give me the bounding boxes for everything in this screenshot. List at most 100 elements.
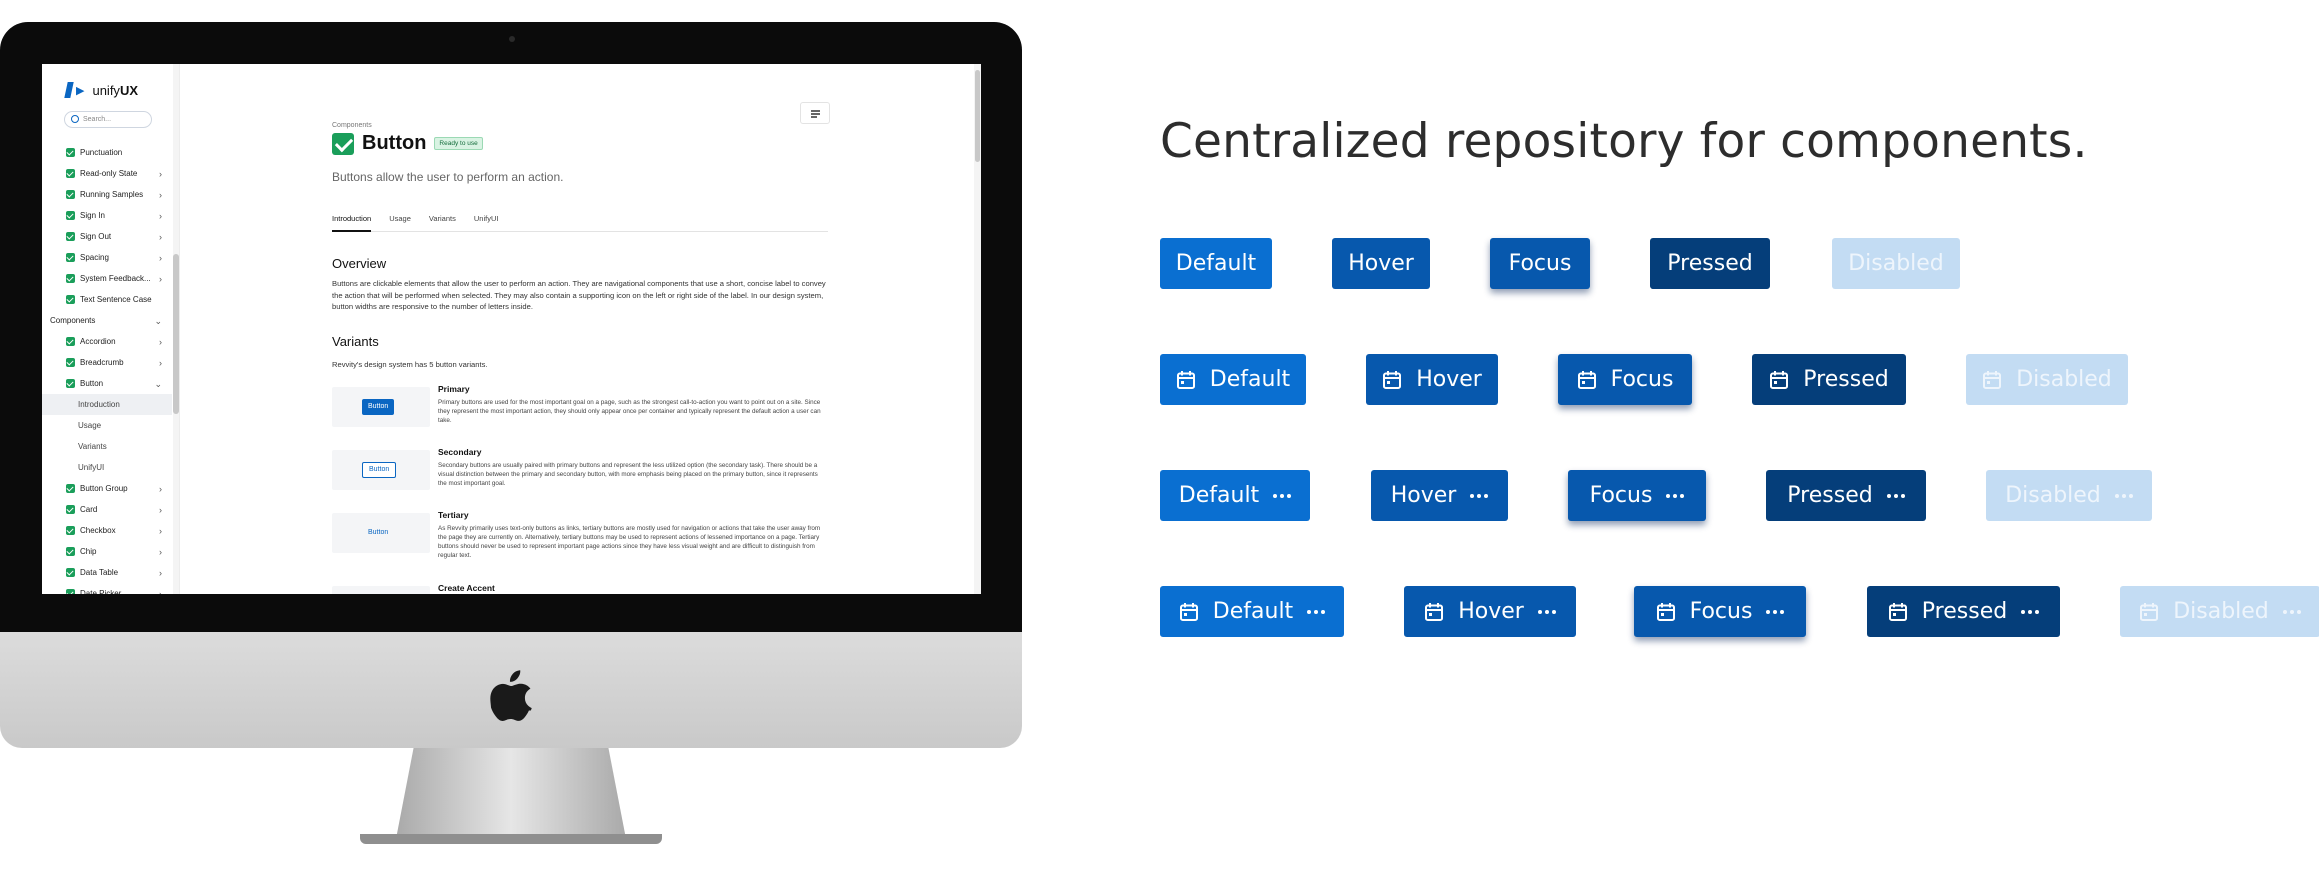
more-horizontal-icon <box>1886 493 1905 498</box>
status-badge: Ready to use <box>434 137 483 150</box>
sidebar-item[interactable]: Read-only State › <box>42 163 172 184</box>
chevron-right-icon: › <box>159 547 162 557</box>
button-label: Focus <box>1508 251 1572 276</box>
tab-unifyui[interactable]: UnifyUI <box>474 212 499 231</box>
sidebar-item[interactable]: Running Samples › <box>42 184 172 205</box>
pressed-state-button[interactable]: Pressed <box>1650 238 1770 289</box>
checkmark-icon <box>66 505 75 514</box>
focus-state-button[interactable]: Focus <box>1558 354 1692 405</box>
button-label: Pressed <box>1921 599 2008 624</box>
overview-text: Buttons are clickable elements that allo… <box>332 279 826 311</box>
button-label: Disabled <box>2016 367 2112 392</box>
default-state-button[interactable]: Default <box>1160 238 1272 289</box>
sidebar-item[interactable]: Text Sentence Case <box>42 289 172 310</box>
sidebar-item-label: Components <box>50 316 96 325</box>
pressed-state-button[interactable]: Pressed <box>1766 470 1926 521</box>
sidebar-item[interactable]: Button Group › <box>42 478 172 499</box>
tab-introduction[interactable]: Introduction <box>332 212 372 232</box>
sidebar-item[interactable]: Spacing › <box>42 247 172 268</box>
hover-state-button[interactable]: Hover <box>1332 238 1430 289</box>
focus-state-button[interactable]: Focus <box>1568 470 1706 521</box>
button-label: Focus <box>1610 367 1674 392</box>
more-horizontal-icon <box>2114 493 2133 498</box>
sidebar-scrollbar-thumb[interactable] <box>173 254 179 414</box>
primary-sample-button[interactable]: Button <box>362 399 395 415</box>
calendar-icon <box>2139 602 2159 622</box>
tertiary-sample-button[interactable]: Button <box>362 525 394 541</box>
button-label: Pressed <box>1667 251 1753 276</box>
checkmark-icon <box>66 337 75 346</box>
chevron-right-icon: › <box>159 484 162 494</box>
more-horizontal-icon <box>1470 493 1489 498</box>
sidebar-item[interactable]: Introduction <box>42 394 172 415</box>
more-horizontal-icon <box>1273 493 1292 498</box>
tab-usage[interactable]: Usage <box>389 212 411 231</box>
content-scrollbar-thumb[interactable] <box>975 70 980 162</box>
sidebar-item[interactable]: Variants <box>42 436 172 457</box>
pressed-state-button[interactable]: Pressed <box>1867 586 2060 637</box>
checkmark-icon <box>332 132 354 155</box>
focus-state-button[interactable]: Focus <box>1634 586 1806 637</box>
logo[interactable]: ▶ unifyUX <box>64 82 138 98</box>
sidebar-item[interactable]: Chip › <box>42 541 172 562</box>
secondary-sample-button[interactable]: Button <box>362 462 397 478</box>
default-state-button[interactable]: Default <box>1160 354 1306 405</box>
sidebar-item[interactable]: Date Picker › <box>42 583 172 594</box>
sidebar-item[interactable]: Card › <box>42 499 172 520</box>
sidebar-item[interactable]: Usage <box>42 415 172 436</box>
checkmark-icon <box>66 232 75 241</box>
showcase-headline: Centralized repository for components. <box>1160 114 2088 169</box>
variant-preview: Button <box>332 387 430 427</box>
pressed-state-button[interactable]: Pressed <box>1752 354 1906 405</box>
sidebar-search-input[interactable]: Search... <box>64 111 152 128</box>
sidebar-scrollbar[interactable] <box>173 64 179 594</box>
content-menu-button[interactable] <box>800 102 830 124</box>
default-state-button[interactable]: Default <box>1160 586 1344 637</box>
hover-state-button[interactable]: Hover <box>1371 470 1508 521</box>
button-label: Default <box>1175 251 1257 276</box>
sidebar-item-label: Checkbox <box>80 526 116 535</box>
hover-state-button[interactable]: Hover <box>1366 354 1498 405</box>
apple-logo-icon <box>490 670 532 721</box>
sidebar-item[interactable]: Data Table › <box>42 562 172 583</box>
button-label: Disabled <box>2005 483 2101 508</box>
disabled-state-button: Disabled <box>1832 238 1960 289</box>
sidebar-item[interactable]: Breadcrumb › <box>42 352 172 373</box>
more-horizontal-icon <box>2021 609 2040 614</box>
variant-title: Tertiary <box>438 510 469 520</box>
variant-title: Create Accent <box>438 583 495 593</box>
checkmark-icon <box>66 148 75 157</box>
sidebar-item[interactable]: UnifyUI <box>42 457 172 478</box>
sidebar-item-label: Button Group <box>80 484 128 493</box>
checkmark-icon <box>66 358 75 367</box>
sidebar-item-label: Data Table <box>80 568 119 577</box>
button-label: Disabled <box>1848 251 1944 276</box>
sidebar-item[interactable]: Checkbox › <box>42 520 172 541</box>
sidebar-item-label: Spacing <box>80 253 109 262</box>
focus-state-button[interactable]: Focus <box>1490 238 1590 289</box>
sidebar-item[interactable]: Sign In › <box>42 205 172 226</box>
breadcrumb[interactable]: Components <box>332 122 372 129</box>
sidebar-item[interactable]: Accordion › <box>42 331 172 352</box>
chevron-right-icon: › <box>159 274 162 284</box>
button-label: Hover <box>1458 599 1524 624</box>
logo-arrow-icon: ▶ <box>76 84 85 97</box>
content-scrollbar[interactable] <box>974 64 981 594</box>
chevron-right-icon: › <box>159 505 162 515</box>
sidebar-item[interactable]: System Feedback... › <box>42 268 172 289</box>
checkmark-icon <box>66 253 75 262</box>
hover-state-button[interactable]: Hover <box>1404 586 1576 637</box>
sidebar-item-label: UnifyUI <box>78 463 105 472</box>
checkmark-icon <box>66 190 75 199</box>
docs-sidebar: ▶ unifyUX Search... Punctuation Read-only… <box>42 64 180 594</box>
sidebar-item[interactable]: Button ⌄ <box>42 373 172 394</box>
sidebar-item[interactable]: Sign Out › <box>42 226 172 247</box>
button-label: Hover <box>1348 251 1414 276</box>
tab-variants[interactable]: Variants <box>429 212 456 231</box>
sidebar-item[interactable]: Punctuation <box>42 142 172 163</box>
sidebar-item[interactable]: Components ⌄ <box>42 310 172 331</box>
page-title: Button <box>362 132 427 154</box>
default-state-button[interactable]: Default <box>1160 470 1310 521</box>
sidebar-item-label: Card <box>80 505 98 514</box>
button-label: Hover <box>1416 367 1482 392</box>
